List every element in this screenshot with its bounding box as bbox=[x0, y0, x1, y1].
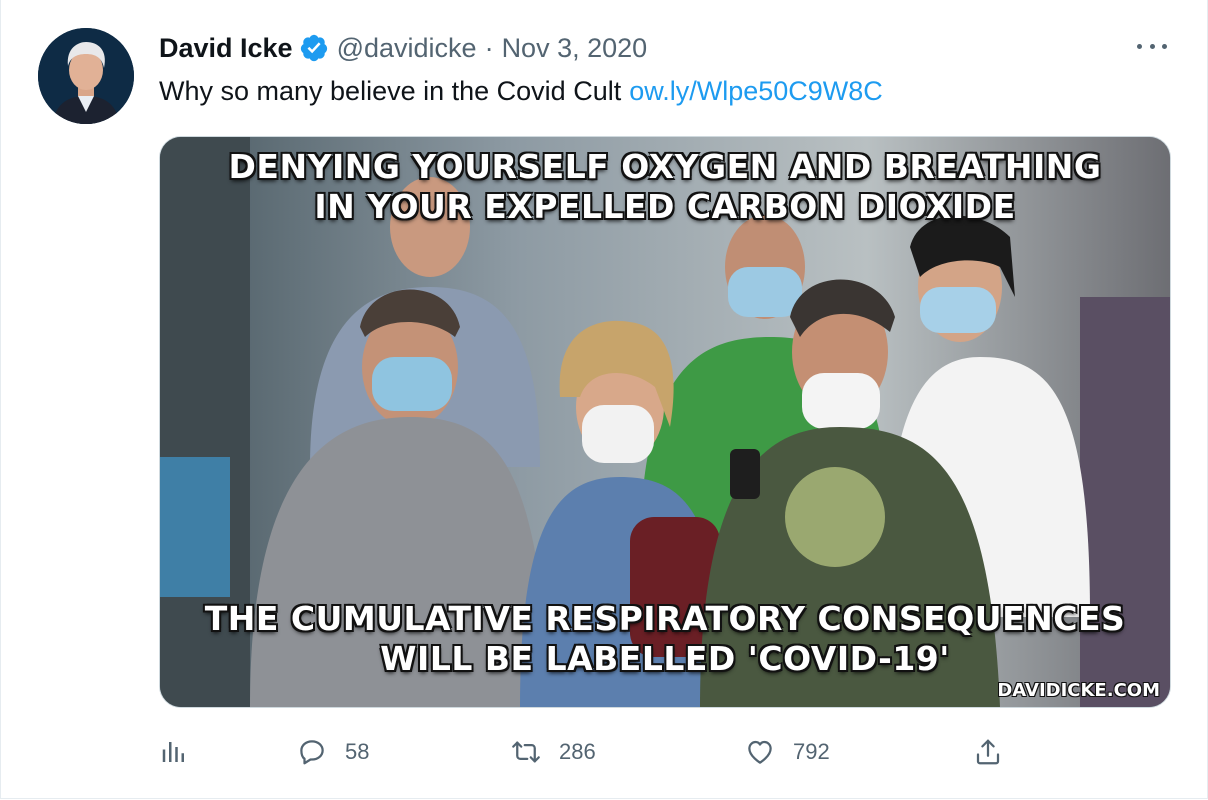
meme-caption-bottom: THE CUMULATIVE RESPIRATORY CONSEQUENCES … bbox=[160, 599, 1170, 679]
header-separator: · bbox=[484, 32, 494, 63]
tweet-link[interactable]: ow.ly/Wlpe50C9W8C bbox=[629, 76, 883, 106]
tweet-text: Why so many believe in the Covid Cult ow.… bbox=[159, 76, 883, 107]
image-watermark: DAVIDICKE.COM bbox=[997, 680, 1160, 701]
author-avatar[interactable] bbox=[38, 28, 134, 124]
caption-top-line: DENYING YOURSELF OXYGEN AND BREATHING bbox=[228, 147, 1102, 186]
more-dot bbox=[1137, 43, 1142, 49]
analytics-button[interactable] bbox=[159, 730, 189, 774]
heart-icon bbox=[748, 740, 772, 764]
reply-count: 58 bbox=[345, 739, 370, 764]
tweet-card[interactable]: David Icke @davidicke · Nov 3, 2020 Why … bbox=[0, 0, 1208, 799]
more-dot bbox=[1149, 43, 1155, 49]
retweet-count: 286 bbox=[559, 739, 596, 764]
more-options-icon[interactable] bbox=[1137, 40, 1167, 52]
caption-bottom-line: WILL BE LABELLED 'COVID-19' bbox=[380, 639, 950, 678]
tweet-date[interactable]: Nov 3, 2020 bbox=[502, 33, 648, 64]
like-count: 792 bbox=[793, 739, 830, 764]
author-name[interactable]: David Icke bbox=[159, 33, 293, 64]
reply-button[interactable]: 58 bbox=[297, 730, 369, 774]
more-dot bbox=[1162, 43, 1167, 49]
retweet-arrows-icon bbox=[512, 741, 540, 763]
share-button[interactable] bbox=[973, 730, 1003, 774]
avatar-image bbox=[38, 28, 134, 124]
meme-caption-top: DENYING YOURSELF OXYGEN AND BREATHING IN… bbox=[160, 147, 1170, 227]
tweet-action-bar: 58 286 792 bbox=[159, 730, 1169, 774]
speech-bubble-icon bbox=[300, 740, 324, 765]
retweet-button[interactable]: 286 bbox=[511, 730, 596, 774]
like-button[interactable]: 792 bbox=[745, 730, 830, 774]
tweet-body: Why so many believe in the Covid Cult bbox=[159, 76, 622, 106]
caption-top-line: IN YOUR EXPELLED CARBON DIOXIDE bbox=[314, 187, 1016, 226]
bar-chart-icon bbox=[162, 742, 184, 762]
tweet-media-image[interactable]: DENYING YOURSELF OXYGEN AND BREATHING IN… bbox=[159, 136, 1171, 708]
share-upload-icon bbox=[976, 739, 1000, 765]
verified-badge-icon bbox=[300, 34, 327, 62]
tweet-header: David Icke @davidicke · Nov 3, 2020 bbox=[159, 30, 647, 66]
caption-bottom-line: THE CUMULATIVE RESPIRATORY CONSEQUENCES bbox=[204, 599, 1126, 638]
author-handle[interactable]: @davidicke bbox=[337, 33, 477, 64]
